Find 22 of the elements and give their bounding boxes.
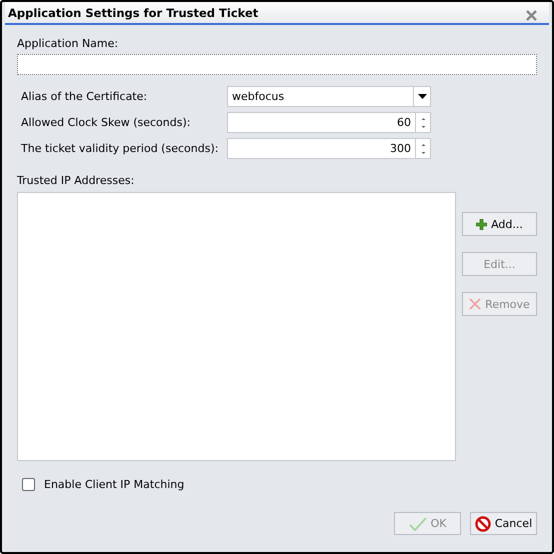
caret-icon: [418, 94, 426, 99]
add-button[interactable]: Add...: [462, 212, 537, 236]
plus-icon: [476, 218, 488, 230]
field-label: Alias of the Certificate:: [20, 90, 148, 103]
prohibited-icon: [474, 516, 491, 532]
close-icon[interactable]: [526, 10, 537, 21]
field-label: The ticket validity period (seconds):: [20, 142, 220, 155]
certificate-dropdown[interactable]: webfocus: [227, 86, 431, 107]
window-title: Application Settings for Trusted Ticket: [8, 6, 258, 20]
number-spinner[interactable]: 300: [227, 138, 431, 159]
cross-icon: [469, 298, 482, 310]
field-label: Trusted IP Addresses:: [17, 174, 136, 187]
number-spinner[interactable]: 60: [227, 112, 431, 133]
checkmark-icon: [408, 516, 427, 530]
spin-arrows-icon: [420, 142, 426, 156]
checkbox-label: Enable Client IP Matching: [44, 478, 184, 491]
checkbox[interactable]: [22, 478, 35, 491]
application-name-field[interactable]: [17, 54, 537, 75]
field-label: Allowed Clock Skew (seconds):: [20, 116, 192, 129]
field-label: Application Name:: [17, 37, 120, 50]
spin-arrows-icon: [420, 116, 426, 130]
cancel-button[interactable]: Cancel: [470, 512, 537, 535]
